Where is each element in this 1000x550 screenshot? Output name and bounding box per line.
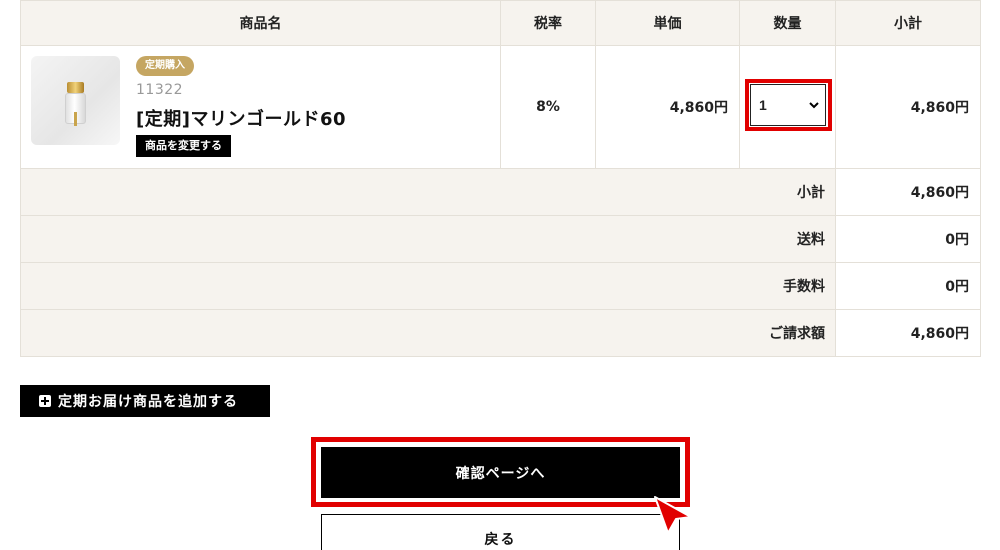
summary-label: 送料 [20, 215, 836, 263]
header-quantity: 数量 [739, 0, 836, 46]
quantity-value: 1 [759, 97, 767, 113]
header-subtotal: 小計 [835, 0, 981, 46]
summary-value: 0円 [835, 262, 981, 310]
quantity-cell: 1 [739, 45, 836, 169]
summary-label: 手数料 [20, 262, 836, 310]
product-cell: 定期購入 11322 [定期]マリンゴールド60 商品を変更する [20, 45, 501, 169]
quantity-select[interactable]: 1 [750, 84, 826, 126]
summary-value: 0円 [835, 215, 981, 263]
plus-square-icon [39, 395, 51, 407]
summary-row-fee: 手数料 0円 [20, 262, 981, 310]
table-header-row: 商品名 税率 単価 数量 小計 [20, 0, 981, 46]
summary-row-shipping: 送料 0円 [20, 215, 981, 263]
back-button[interactable]: 戻る [321, 514, 680, 550]
product-name: [定期]マリンゴールド60 [136, 109, 347, 130]
summary-label: 小計 [20, 168, 836, 216]
header-tax-rate: 税率 [500, 0, 596, 46]
supplement-bottle-icon [31, 56, 120, 145]
summary-value: 4,860円 [835, 309, 981, 357]
tax-rate-cell: 8% [500, 45, 596, 169]
change-product-button[interactable]: 商品を変更する [136, 135, 231, 157]
add-subscription-item-label: 定期お届け商品を追加する [58, 394, 238, 410]
header-product: 商品名 [20, 0, 501, 46]
table-row: 定期購入 11322 [定期]マリンゴールド60 商品を変更する 8% 4,86… [20, 45, 981, 169]
summary-row-total: ご請求額 4,860円 [20, 309, 981, 357]
pointer-arrow-icon [654, 496, 692, 534]
cart-table: 商品名 税率 単価 数量 小計 定期購入 11322 [定期]マリンゴールド60… [20, 0, 981, 357]
summary-row-subtotal: 小計 4,860円 [20, 168, 981, 216]
back-label: 戻る [484, 532, 517, 548]
chevron-down-icon [809, 102, 819, 109]
product-code: 11322 [136, 82, 184, 98]
subscription-badge: 定期購入 [136, 56, 194, 76]
item-subtotal-cell: 4,860円 [835, 45, 981, 169]
summary-value: 4,860円 [835, 168, 981, 216]
add-subscription-item-button[interactable]: 定期お届け商品を追加する [20, 385, 270, 417]
unit-price-cell: 4,860円 [595, 45, 740, 169]
confirm-page-button[interactable]: 確認ページへ [321, 447, 680, 498]
header-unit-price: 単価 [595, 0, 740, 46]
confirm-page-label: 確認ページへ [455, 465, 546, 482]
summary-label: ご請求額 [20, 309, 836, 357]
